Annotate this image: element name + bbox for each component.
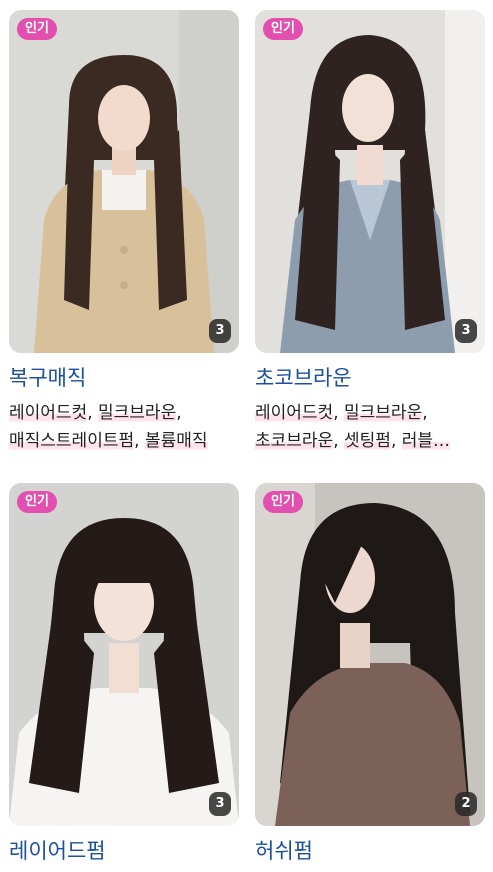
style-tags: 레이어드컷, 밀크브라운, 초코브라운, 셋팅펌, 러블…	[255, 399, 485, 455]
photo-count-badge: 2	[455, 792, 477, 816]
style-card[interactable]: 인기 3 레이어드펌	[9, 483, 239, 864]
tag[interactable]: 러블…	[401, 431, 451, 451]
style-title[interactable]: 허쉬펌	[255, 838, 485, 864]
hairstyle-photo-illustration	[255, 10, 485, 353]
popular-badge: 인기	[263, 18, 303, 40]
tag[interactable]: 레이어드컷	[9, 403, 88, 423]
tag[interactable]: 초코브라운	[255, 431, 334, 451]
tag[interactable]: 레이어드컷	[255, 403, 334, 423]
tag[interactable]: 매직스트레이트펌	[9, 431, 135, 451]
photo-count-badge: 3	[209, 319, 231, 343]
tag[interactable]: 셋팅펌	[344, 431, 391, 451]
style-card[interactable]: 인기 2 허쉬펌	[255, 483, 485, 864]
style-tags: 레이어드컷, 밀크브라운, 매직스트레이트펌, 볼륨매직	[9, 399, 239, 455]
popular-badge: 인기	[263, 491, 303, 513]
tag-line: 매직스트레이트펌, 볼륨매직	[9, 431, 208, 451]
style-title[interactable]: 초코브라운	[255, 365, 485, 391]
style-title[interactable]: 레이어드펌	[9, 838, 239, 864]
tag-line: 초코브라운, 셋팅펌, 러블…	[255, 431, 451, 451]
hairstyle-photo-illustration	[9, 483, 239, 826]
hairstyle-photo-illustration	[9, 10, 239, 353]
style-photo[interactable]: 인기 3	[9, 483, 239, 826]
photo-count-badge: 3	[455, 319, 477, 343]
tag-line: 레이어드컷, 밀크브라운,	[255, 403, 428, 423]
hairstyle-photo-illustration	[255, 483, 485, 826]
popular-badge: 인기	[17, 491, 57, 513]
style-title[interactable]: 복구매직	[9, 365, 239, 391]
style-card[interactable]: 인기 3 초코브라운 레이어드컷, 밀크브라운, 초코브라운, 셋팅펌, 러블…	[255, 10, 485, 455]
style-photo[interactable]: 인기 3	[9, 10, 239, 353]
tag[interactable]: 밀크브라운	[344, 403, 423, 423]
style-card[interactable]: 인기 3 복구매직 레이어드컷, 밀크브라운, 매직스트레이트펌, 볼륨매직	[9, 10, 239, 455]
tag[interactable]: 볼륨매직	[144, 431, 208, 451]
tag-line: 레이어드컷, 밀크브라운,	[9, 403, 182, 423]
tag[interactable]: 밀크브라운	[98, 403, 177, 423]
popular-badge: 인기	[17, 18, 57, 40]
style-photo[interactable]: 인기 2	[255, 483, 485, 826]
style-photo[interactable]: 인기 3	[255, 10, 485, 353]
photo-count-badge: 3	[209, 792, 231, 816]
